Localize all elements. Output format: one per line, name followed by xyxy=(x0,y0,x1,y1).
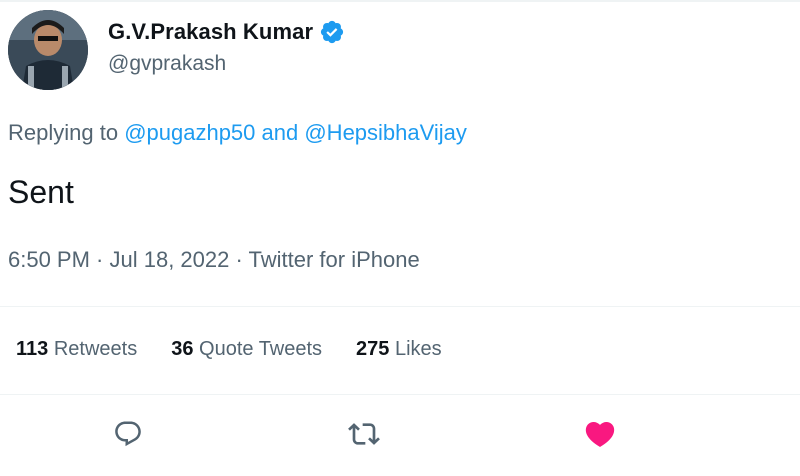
mention-joiner: and xyxy=(255,120,305,145)
retweets-label: Retweets xyxy=(48,338,138,360)
quote-tweets-count: 36 xyxy=(171,338,194,360)
tweet-time[interactable]: 6:50 PM xyxy=(8,247,90,272)
reply-icon xyxy=(115,421,141,447)
retweets-stat[interactable]: 113 Retweets xyxy=(16,338,137,361)
likes-label: Likes xyxy=(389,338,442,360)
mention-link-2[interactable]: @HepsibhaVijay xyxy=(304,120,467,145)
divider-meta xyxy=(0,306,800,307)
retweet-button[interactable] xyxy=(344,414,384,454)
top-divider xyxy=(0,0,800,2)
profile-avatar-icon xyxy=(8,10,88,90)
reply-button[interactable] xyxy=(108,414,148,454)
tweet-meta: 6:50 PM · Jul 18, 2022 · Twitter for iPh… xyxy=(8,247,420,273)
likes-count: 275 xyxy=(356,338,390,360)
tweet-source[interactable]: Twitter for iPhone xyxy=(249,247,420,272)
tweet-text: Sent xyxy=(8,174,74,210)
quote-tweets-label: Quote Tweets xyxy=(193,338,323,360)
author-handle[interactable]: @gvprakash xyxy=(108,52,226,76)
quote-tweets-stat[interactable]: 36 Quote Tweets xyxy=(171,338,322,361)
replying-to-line: Replying to @pugazhp50 and @HepsibhaVija… xyxy=(8,120,467,146)
meta-separator-1: · xyxy=(89,247,110,272)
meta-separator-2: · xyxy=(229,247,249,272)
mention-link-1[interactable]: @pugazhp50 xyxy=(124,120,255,145)
retweet-icon xyxy=(348,423,380,445)
heart-icon xyxy=(585,421,615,447)
engagement-stats: 113 Retweets 36 Quote Tweets 275 Likes xyxy=(16,338,442,361)
retweets-count: 113 xyxy=(16,338,49,360)
replying-to-prefix: Replying to xyxy=(8,120,125,145)
action-bar xyxy=(0,412,800,456)
avatar[interactable] xyxy=(8,10,88,90)
tweet-container: G.V.Prakash Kumar @gvprakash Replying to… xyxy=(0,0,800,476)
divider-stats xyxy=(0,394,800,395)
tweet-date[interactable]: Jul 18, 2022 xyxy=(110,247,230,272)
like-button[interactable] xyxy=(580,414,620,454)
likes-stat[interactable]: 275 Likes xyxy=(356,338,442,361)
author-display-name[interactable]: G.V.Prakash Kumar xyxy=(108,19,313,45)
verified-badge-icon xyxy=(319,19,345,45)
author-name-row: G.V.Prakash Kumar xyxy=(108,16,345,48)
